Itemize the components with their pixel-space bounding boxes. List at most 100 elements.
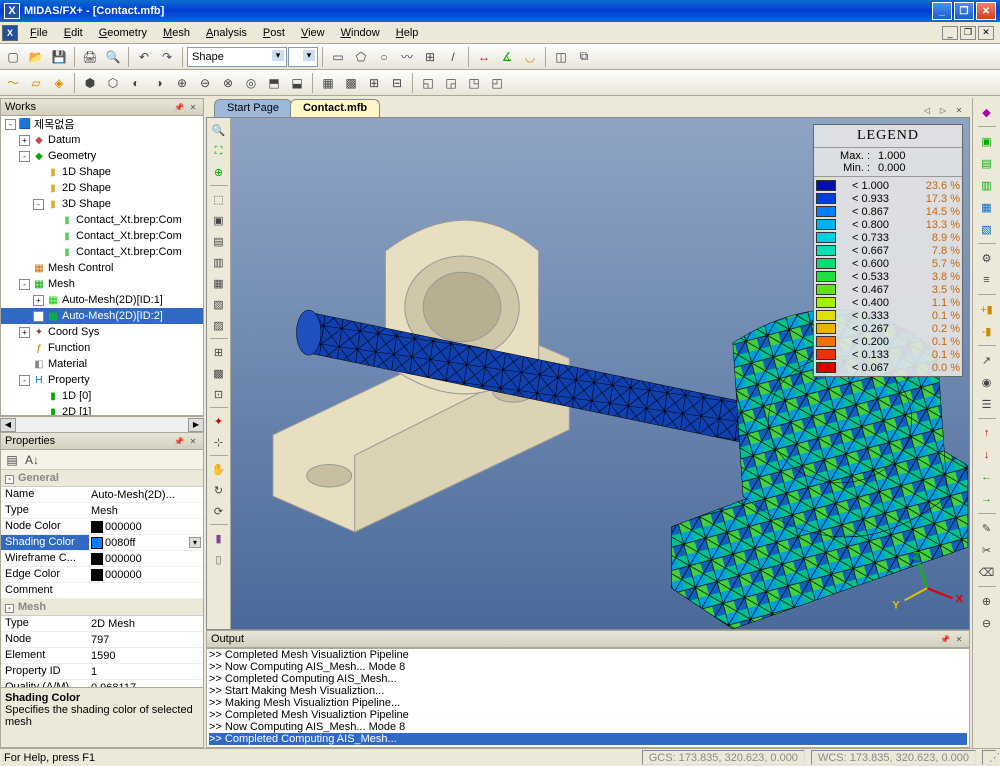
tree-item[interactable]: -HProperty [1,372,203,388]
op6-icon[interactable]: ⊖ [194,72,216,94]
select-icon[interactable]: ▭ [327,46,349,68]
iso-view-icon[interactable]: ⬚ [209,189,229,209]
rt-tool4-icon[interactable]: ⊕ [977,591,997,611]
output-log[interactable]: >> Completed Mesh Visualiztion Pipeline>… [206,648,970,748]
op2-icon[interactable]: ⬡ [102,72,124,94]
tree-item[interactable]: ▮2D Shape [1,180,203,196]
rt-tool5-icon[interactable]: ⊖ [977,613,997,633]
select-cross-icon[interactable]: ⊞ [419,46,441,68]
works-pin-icon[interactable]: 📌 [173,101,185,113]
tab-start-page[interactable]: Start Page [214,99,292,117]
prop-section[interactable]: -Mesh [1,599,203,616]
rt-icon-list-icon[interactable]: ☰ [977,394,997,414]
back-view-icon[interactable]: ▧ [209,294,229,314]
doc-restore-button[interactable]: ❐ [960,26,976,40]
tree-item[interactable]: +▦Auto-Mesh(2D)[ID:1] [1,292,203,308]
bottom-view-icon[interactable]: ▨ [209,315,229,335]
prop-row[interactable]: Shading Color0080ff▾ [1,535,203,551]
prop-row[interactable]: Node Color000000 [1,519,203,535]
doc-close-button[interactable]: ✕ [978,26,994,40]
maximize-button[interactable]: ❐ [954,2,974,20]
tree-item[interactable]: -🟦제목없음 [1,116,203,132]
measure-arc-icon[interactable]: ◡ [519,46,541,68]
menu-post[interactable]: Post [255,24,293,42]
op8-icon[interactable]: ◎ [240,72,262,94]
tree-item[interactable]: +◆Datum [1,132,203,148]
op9-icon[interactable]: ⬒ [263,72,285,94]
filter-combo[interactable] [288,47,318,67]
detach-icon[interactable]: ⧉ [573,46,595,68]
works-tree[interactable]: -🟦제목없음+◆Datum-◆Geometry▮1D Shape▮2D Shap… [0,116,204,416]
rt-up-red-icon[interactable]: ↑ [977,423,997,443]
tree-item[interactable]: +✦Coord Sys [1,324,203,340]
surface-icon[interactable]: ▱ [25,72,47,94]
prop-row[interactable]: Element1590 [1,648,203,664]
new-button[interactable]: ▢ [2,46,24,68]
rt-minus-y-icon[interactable]: -▮ [977,321,997,341]
output-close-icon[interactable]: ✕ [953,633,965,645]
tree-item[interactable]: ƒFunction [1,340,203,356]
left-view-icon[interactable]: ▦ [209,273,229,293]
prop-row[interactable]: TypeMesh [1,503,203,519]
close-button[interactable]: ✕ [976,2,996,20]
zoom-window-icon[interactable]: 🔍 [209,120,229,140]
prop-section[interactable]: -General [1,470,203,487]
rt-gear-icon[interactable]: ⚙ [977,248,997,268]
tree-item[interactable]: ▮1D Shape [1,164,203,180]
select-poly-icon[interactable]: ⬠ [350,46,372,68]
tree-item[interactable]: ▮2D [1] [1,404,203,416]
menu-help[interactable]: Help [388,24,427,42]
tree-item[interactable]: ▮1D [0] [1,388,203,404]
op3-icon[interactable]: ◐ [125,72,147,94]
mesh4-icon[interactable]: ⊟ [386,72,408,94]
rt-right-green-icon[interactable]: → [977,489,997,509]
solid-icon[interactable]: ◈ [48,72,70,94]
menu-edit[interactable]: Edit [56,24,91,42]
zoom-fit-icon[interactable]: ⛶ [209,141,229,161]
view2-icon[interactable]: ◲ [440,72,462,94]
scroll-right-icon[interactable]: ▶ [188,418,204,432]
shaded-mode-icon[interactable]: ▩ [209,363,229,383]
rotate-icon[interactable]: ↻ [209,480,229,500]
rt-box-blue-icon[interactable]: ▦ [977,197,997,217]
prop-row[interactable]: Wireframe C...000000 [1,551,203,567]
rt-tool3-icon[interactable]: ⌫ [977,562,997,582]
tree-item[interactable]: ▮Contact_Xt.brep:Com [1,244,203,260]
tab-prev-icon[interactable]: ◁ [920,103,934,117]
save-button[interactable]: 💾 [48,46,70,68]
render-wire-icon[interactable]: ▯ [209,549,229,569]
measure-dist-icon[interactable]: ↔ [473,46,495,68]
props-categorize-icon[interactable]: ▤ [3,452,21,468]
tab-next-icon[interactable]: ▷ [936,103,950,117]
front-view-icon[interactable]: ▣ [209,210,229,230]
properties-grid[interactable]: -GeneralNameAuto-Mesh(2D)...TypeMeshNode… [1,470,203,687]
view1-icon[interactable]: ◱ [417,72,439,94]
rt-box-blue2-icon[interactable]: ▧ [977,219,997,239]
render-solid-icon[interactable]: ▮ [209,528,229,548]
tree-item[interactable]: -▮3D Shape [1,196,203,212]
prop-row[interactable]: Edge Color000000 [1,567,203,583]
shape-combo[interactable]: Shape [187,47,287,67]
tree-item[interactable]: -▦Mesh [1,276,203,292]
menu-window[interactable]: Window [333,24,388,42]
menu-file[interactable]: File [22,24,56,42]
rt-tool2-icon[interactable]: ✂ [977,540,997,560]
preview-button[interactable]: 🔍 [102,46,124,68]
select-circle-icon[interactable]: ○ [373,46,395,68]
rt-left-green-icon[interactable]: ← [977,467,997,487]
rt-tool1-icon[interactable]: ✎ [977,518,997,538]
open-button[interactable]: 📂 [25,46,47,68]
mesh3-icon[interactable]: ⊞ [363,72,385,94]
measure-angle-icon[interactable]: ∡ [496,46,518,68]
tree-item[interactable]: ▮Contact_Xt.brep:Com [1,212,203,228]
grid-icon[interactable]: ⊹ [209,432,229,452]
props-pin-icon[interactable]: 📌 [173,435,185,447]
axes-icon[interactable]: ✦ [209,411,229,431]
redo-button[interactable]: ↷ [156,46,178,68]
print-button[interactable]: 🖨 [79,46,101,68]
prop-row[interactable]: Quality (A/M)0.968117 [1,680,203,687]
tree-hscroll[interactable]: ◀ ▶ [0,416,204,432]
rt-down-red-icon[interactable]: ↓ [977,445,997,465]
op7-icon[interactable]: ⊗ [217,72,239,94]
prop-row[interactable]: Node797 [1,632,203,648]
